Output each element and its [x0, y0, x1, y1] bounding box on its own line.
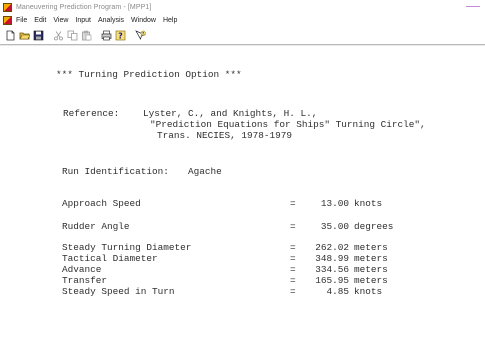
steady-speed-in-turn-equals: = [290, 286, 296, 297]
menu-view[interactable]: View [53, 17, 68, 24]
approach-speed-label: Approach Speed [62, 198, 141, 209]
title-accent-line [466, 6, 480, 7]
advance-unit: meters [354, 264, 388, 275]
tactical-diameter-equals: = [290, 253, 296, 264]
rudder-angle-unit: degrees [354, 221, 394, 232]
tactical-diameter-unit: meters [354, 253, 388, 264]
run-id-value: Agache [188, 166, 222, 177]
title-bar: Maneuvering Prediction Program - [MPP1] [0, 0, 485, 14]
advance-label: Advance [62, 264, 102, 275]
new-icon[interactable] [4, 29, 16, 41]
menu-file[interactable]: File [16, 17, 27, 24]
rudder-angle-equals: = [290, 221, 296, 232]
transfer-label: Transfer [62, 275, 108, 286]
steady-speed-in-turn-value: 4.85 [326, 286, 349, 297]
transfer-equals: = [290, 275, 296, 286]
menu-analysis[interactable]: Analysis [98, 17, 124, 24]
approach-speed-unit: knots [354, 198, 383, 209]
reference-label: Reference: [63, 108, 120, 119]
transfer-unit: meters [354, 275, 388, 286]
document-menu-icon[interactable] [3, 16, 12, 25]
help-icon[interactable]: ? [114, 29, 126, 41]
advance-value: 334.56 [315, 264, 349, 275]
reference-source: Trans. NECIES, 1978-1979 [157, 130, 293, 141]
svg-text:?: ? [142, 31, 144, 35]
steady-turning-diameter-value: 262.02 [315, 242, 349, 253]
window-title: Maneuvering Prediction Program - [MPP1] [16, 3, 152, 11]
steady-turning-diameter-equals: = [290, 242, 296, 253]
menu-window[interactable]: Window [131, 17, 156, 24]
tactical-diameter-label: Tactical Diameter [62, 253, 158, 264]
context-help-icon[interactable]: ? [134, 29, 146, 41]
steady-speed-in-turn-label: Steady Speed in Turn [62, 286, 175, 297]
app-icon [3, 2, 12, 12]
toolbar: ? ? [0, 27, 485, 43]
run-id-label: Run Identification: [62, 166, 169, 177]
steady-turning-diameter-unit: meters [354, 242, 388, 253]
steady-speed-in-turn-unit: knots [354, 286, 383, 297]
rudder-angle-value: 35.00 [320, 221, 349, 232]
tactical-diameter-value: 348.99 [315, 253, 349, 264]
reference-title: "Prediction Equations for Ships" Turning… [150, 119, 426, 130]
save-icon[interactable] [32, 29, 44, 41]
svg-text:?: ? [118, 31, 123, 40]
advance-equals: = [290, 264, 296, 275]
transfer-value: 165.95 [315, 275, 349, 286]
paste-icon[interactable] [80, 29, 92, 41]
menu-input[interactable]: Input [75, 17, 91, 24]
menu-bar: File Edit View Input Analysis Window Hel… [0, 14, 485, 27]
menu-edit[interactable]: Edit [34, 17, 46, 24]
menu-help[interactable]: Help [163, 17, 177, 24]
steady-turning-diameter-label: Steady Turning Diameter [62, 242, 192, 253]
copy-icon[interactable] [66, 29, 78, 41]
document-area[interactable]: *** Turning Prediction Option *** Refere… [0, 46, 485, 352]
print-icon[interactable] [100, 29, 112, 41]
reference-authors: Lyster, C., and Knights, H. L., [143, 108, 318, 119]
cut-icon[interactable] [52, 29, 64, 41]
page-title: *** Turning Prediction Option *** [56, 69, 242, 80]
open-icon[interactable] [18, 29, 30, 41]
approach-speed-value: 13.00 [320, 198, 349, 209]
approach-speed-equals: = [290, 198, 296, 209]
rudder-angle-label: Rudder Angle [62, 221, 130, 232]
